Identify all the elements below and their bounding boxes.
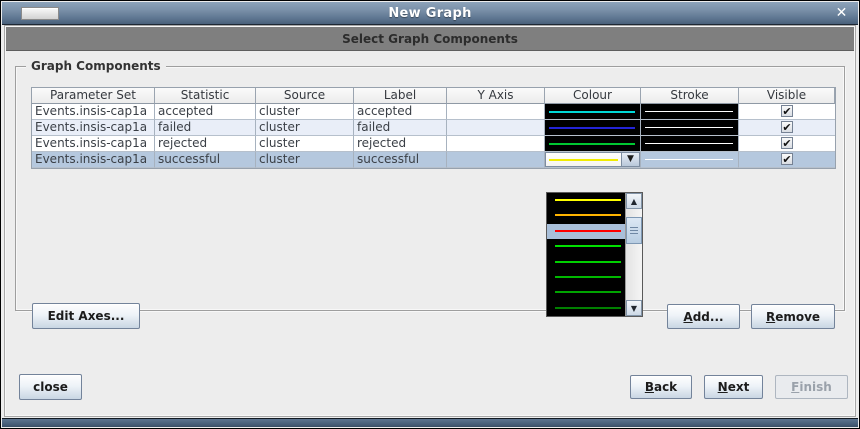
cell-visible[interactable]: ✔ — [739, 120, 835, 136]
remove-button[interactable]: Remove — [751, 304, 835, 329]
cell-source[interactable]: cluster — [256, 104, 354, 120]
colour-option[interactable] — [547, 223, 625, 240]
column-header-statistic[interactable]: Statistic — [155, 88, 256, 104]
colour-option[interactable] — [547, 301, 625, 316]
column-header-y-axis[interactable]: Y Axis — [447, 88, 545, 104]
new-graph-dialog: New Graph ✕ Select Graph Components Grap… — [0, 0, 860, 429]
edit-axes-button[interactable]: Edit Axes... — [32, 303, 140, 329]
column-header-visible[interactable]: Visible — [739, 88, 835, 104]
close-icon[interactable]: ✕ — [833, 5, 850, 22]
cell-label[interactable]: successful — [354, 152, 447, 168]
close-button[interactable]: close — [19, 374, 82, 400]
cell-y-axis[interactable] — [447, 136, 545, 152]
graph-components-group: Graph Components Parameter Set Statistic S… — [15, 59, 845, 317]
group-title: Graph Components — [26, 59, 166, 73]
cell-colour[interactable] — [545, 120, 641, 136]
visible-checkbox[interactable]: ✔ — [781, 121, 793, 133]
window-bottom-border — [2, 418, 858, 427]
column-header-colour[interactable]: Colour — [545, 88, 641, 104]
colour-option[interactable] — [547, 270, 625, 285]
next-button[interactable]: Next — [704, 375, 763, 399]
table-row[interactable]: Events.insis-cap1a accepted cluster accepte… — [32, 104, 835, 120]
cell-parameter-set[interactable]: Events.insis-cap1a — [32, 104, 155, 120]
cell-label[interactable]: accepted — [354, 104, 447, 120]
cell-y-axis[interactable] — [447, 120, 545, 136]
dialog-content: Select Graph Components Graph Components… — [4, 25, 856, 417]
visible-checkbox[interactable]: ✔ — [781, 153, 793, 165]
cell-colour[interactable]: ▼ — [545, 152, 641, 168]
scroll-up-icon[interactable]: ▲ — [626, 193, 642, 209]
cell-source[interactable]: cluster — [256, 152, 354, 168]
popup-scrollbar[interactable]: ▲ ▼ — [625, 193, 642, 316]
step-title: Select Graph Components — [6, 27, 854, 51]
cell-statistic[interactable]: successful — [155, 152, 256, 168]
scrollbar-track[interactable] — [626, 209, 642, 300]
cell-visible[interactable]: ✔ — [739, 136, 835, 152]
colour-combobox-value — [546, 153, 621, 166]
cell-statistic[interactable]: failed — [155, 120, 256, 136]
colour-option[interactable] — [547, 208, 625, 223]
cell-stroke[interactable] — [641, 152, 739, 168]
column-header-label[interactable]: Label — [354, 88, 447, 104]
title-bar[interactable]: New Graph ✕ — [2, 2, 858, 25]
components-table[interactable]: Parameter Set Statistic Source Label Y Axis C… — [31, 87, 836, 169]
visible-checkbox[interactable]: ✔ — [781, 137, 793, 149]
cell-source[interactable]: cluster — [256, 136, 354, 152]
cell-colour[interactable] — [545, 104, 641, 120]
colour-option[interactable] — [547, 285, 625, 300]
cell-label[interactable]: failed — [354, 120, 447, 136]
column-header-parameter-set[interactable]: Parameter Set — [32, 88, 155, 104]
table-row[interactable]: Events.insis-cap1a successful cluster succe… — [32, 152, 835, 168]
scrollbar-thumb[interactable] — [626, 217, 642, 244]
cell-visible[interactable]: ✔ — [739, 152, 835, 168]
scroll-down-icon[interactable]: ▼ — [626, 300, 642, 316]
cell-stroke[interactable] — [641, 136, 739, 152]
colour-dropdown-popup[interactable]: ▲ ▼ — [546, 192, 643, 317]
cell-parameter-set[interactable]: Events.insis-cap1a — [32, 120, 155, 136]
colour-combobox[interactable]: ▼ — [545, 152, 640, 167]
cell-y-axis[interactable] — [447, 104, 545, 120]
back-button[interactable]: Back — [630, 375, 692, 399]
cell-source[interactable]: cluster — [256, 120, 354, 136]
cell-parameter-set[interactable]: Events.insis-cap1a — [32, 136, 155, 152]
cell-statistic[interactable]: accepted — [155, 104, 256, 120]
window-title: New Graph — [388, 6, 472, 21]
cell-visible[interactable]: ✔ — [739, 104, 835, 120]
colour-option[interactable] — [547, 255, 625, 270]
cell-stroke[interactable] — [641, 120, 739, 136]
colour-option[interactable] — [547, 239, 625, 254]
colour-option[interactable] — [547, 193, 625, 208]
visible-checkbox[interactable]: ✔ — [781, 105, 793, 117]
add-button[interactable]: Add... — [667, 304, 740, 329]
cell-y-axis[interactable] — [447, 152, 545, 168]
table-row[interactable]: Events.insis-cap1a failed cluster failed ✔ — [32, 120, 835, 136]
cell-parameter-set[interactable]: Events.insis-cap1a — [32, 152, 155, 168]
table-row[interactable]: Events.insis-cap1a rejected cluster rejecte… — [32, 136, 835, 152]
cell-label[interactable]: rejected — [354, 136, 447, 152]
finish-button[interactable]: Finish — [775, 375, 848, 399]
cell-stroke[interactable] — [641, 104, 739, 120]
cell-statistic[interactable]: rejected — [155, 136, 256, 152]
column-header-stroke[interactable]: Stroke — [641, 88, 739, 104]
cell-colour[interactable] — [545, 136, 641, 152]
column-header-source[interactable]: Source — [256, 88, 354, 104]
combobox-arrow-icon[interactable]: ▼ — [621, 153, 639, 166]
